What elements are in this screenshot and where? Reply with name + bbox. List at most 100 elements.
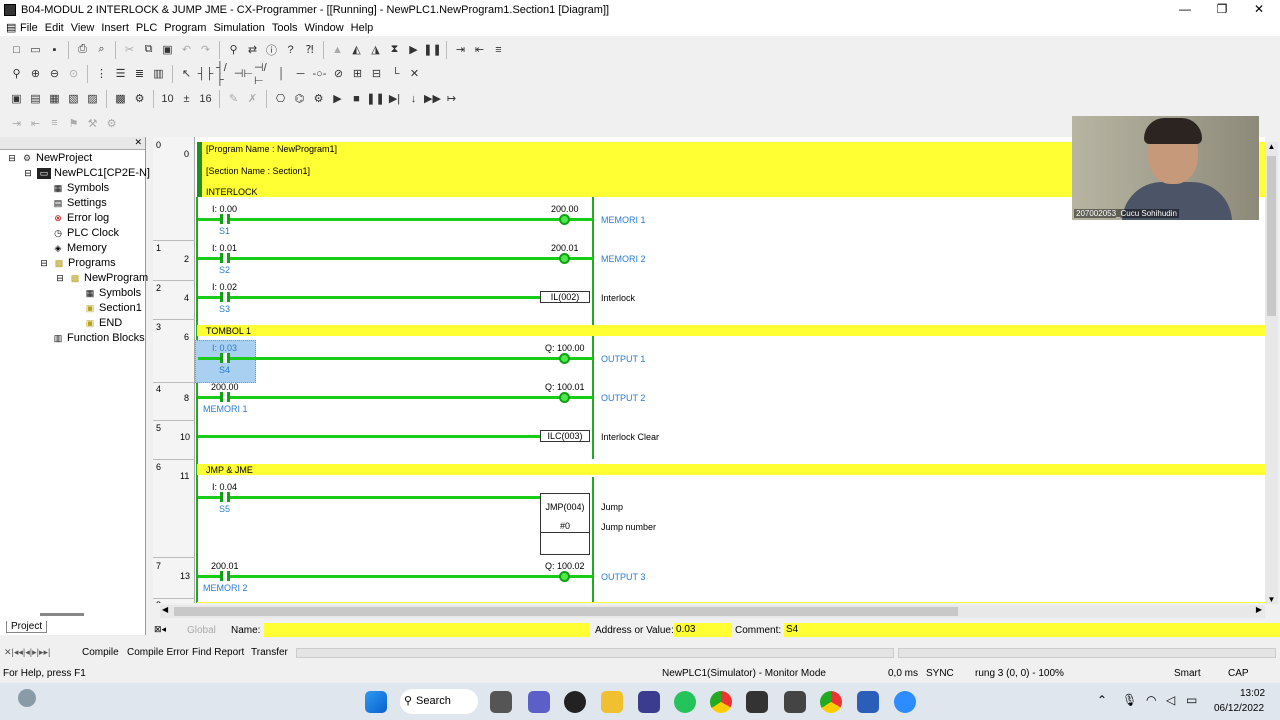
menu-help[interactable]: Help (351, 22, 381, 34)
tab-project[interactable]: Project (0, 621, 146, 636)
simulator-app-icon[interactable] (784, 691, 806, 713)
select-icon[interactable]: ↖ (178, 65, 195, 82)
tree-node-error-log[interactable]: ⊗ Error log (52, 212, 109, 224)
contact-s3[interactable] (220, 292, 230, 302)
menu-edit[interactable]: Edit (45, 22, 71, 34)
tree-node-memory[interactable]: ◈ Memory (52, 242, 107, 254)
simulator-icon[interactable]: ⎔ (272, 90, 289, 107)
coil-100-01[interactable] (559, 392, 570, 403)
step-run-icon[interactable]: ▶| (386, 90, 403, 107)
open-icon[interactable]: ▭ (27, 41, 44, 58)
online-icon[interactable]: ▲ (329, 41, 346, 58)
view-icon-2[interactable]: ▤ (27, 90, 44, 107)
paste-icon[interactable]: ▣ (159, 41, 176, 58)
tree-hscroll[interactable] (40, 613, 84, 616)
pause-mode-icon[interactable]: ❚❚ (423, 41, 441, 58)
new-or-closed-icon[interactable]: ⊣/⊢ (254, 62, 271, 87)
line-connect-icon[interactable]: └ (387, 65, 404, 82)
cut-icon[interactable]: ✂ (121, 41, 138, 58)
new-contact-icon[interactable]: ┤├ (197, 65, 214, 82)
clock-time[interactable]: 13:02 (1240, 688, 1265, 699)
run-icon[interactable]: ▶ (329, 90, 346, 107)
view-icon-1[interactable]: ▣ (8, 90, 25, 107)
compare-icon[interactable]: ≡ (490, 41, 507, 58)
menu-insert[interactable]: Insert (101, 22, 136, 34)
new-closed-coil-icon[interactable]: ⊘ (330, 65, 347, 82)
windows-start-icon[interactable] (365, 691, 387, 713)
program-mode-icon[interactable]: ◮ (367, 41, 384, 58)
output-hscroll[interactable] (296, 648, 894, 658)
tree-node-plc[interactable]: ⊟ ▭ NewPLC1[CP2E-N] M (22, 167, 162, 179)
bookmark-icon[interactable]: ⚑ (65, 115, 82, 132)
simulation-settings-icon[interactable]: ⚙ (310, 90, 327, 107)
zoom-in-icon[interactable]: ⊕ (27, 65, 44, 82)
replace-icon[interactable]: ⇄ (244, 41, 261, 58)
name-field[interactable] (264, 623, 590, 637)
menu-simulation[interactable]: Simulation (213, 22, 271, 34)
tab-transfer[interactable]: Transfer (251, 647, 288, 658)
menu-tools[interactable]: Tools (272, 22, 305, 34)
indent-icon[interactable]: ⇥ (8, 115, 25, 132)
tab-compile-error[interactable]: Compile Error (127, 647, 189, 658)
zoom-icon[interactable]: ⚲ (8, 65, 25, 82)
transfer-from-plc-icon[interactable]: ⇤ (471, 41, 488, 58)
horizontal-scrollbar[interactable]: ◀ ▶ (160, 605, 1265, 618)
hex-16-icon[interactable]: 16 (197, 90, 214, 107)
menu-view[interactable]: View (71, 22, 102, 34)
view-icon-3[interactable]: ▦ (46, 90, 63, 107)
online-edit-icon[interactable]: ✎ (225, 90, 242, 107)
comment-field[interactable]: S4 (784, 623, 1280, 637)
new-icon[interactable]: □ (8, 41, 25, 58)
maximize-button[interactable]: ❐ (1203, 0, 1241, 19)
tools-icon[interactable]: ⚒ (84, 115, 101, 132)
tree-node-program-symbols[interactable]: ▦ Symbols (84, 287, 141, 299)
cx-programmer-icon[interactable] (746, 691, 768, 713)
tree-node-end[interactable]: ▣ END (84, 317, 123, 329)
hscroll-thumb[interactable] (174, 607, 958, 616)
contact-s5[interactable] (220, 492, 230, 502)
tab-nav-icon[interactable]: ✕|◂◂|◂|▸|▸▸| (4, 647, 50, 658)
vertical-line-icon[interactable]: │ (273, 65, 290, 82)
menu-file[interactable]: File (20, 22, 45, 34)
tab-compile[interactable]: Compile (82, 647, 119, 658)
outdent-icon[interactable]: ⇤ (27, 115, 44, 132)
find-icon[interactable]: ⚲ (225, 41, 242, 58)
instruction-jmp[interactable]: JMP(004) #0 (540, 493, 590, 555)
scroll-up-icon[interactable]: ▲ (1265, 142, 1278, 154)
contact-s1[interactable] (220, 214, 230, 224)
clock-date[interactable]: 06/12/2022 (1214, 703, 1264, 714)
view-icon-5[interactable]: ▨ (84, 90, 101, 107)
context-help-icon[interactable]: ⁈ (301, 41, 318, 58)
store-app-icon[interactable] (638, 691, 660, 713)
teams-icon[interactable] (528, 691, 550, 713)
menu-program[interactable]: Program (164, 22, 213, 34)
zoom-out-icon[interactable]: ⊖ (46, 65, 63, 82)
info-icon[interactable]: ⓘ (263, 41, 280, 58)
scroll-right-icon[interactable]: ▶ (1256, 605, 1262, 614)
contact-s4[interactable] (220, 353, 230, 363)
new-instruction-icon[interactable]: ⊞ (349, 65, 366, 82)
redo-icon[interactable]: ↷ (197, 41, 214, 58)
volume-icon[interactable]: ◁ (1166, 693, 1175, 707)
undo-icon[interactable]: ↶ (178, 41, 195, 58)
horizontal-line-icon[interactable]: ─ (292, 65, 309, 82)
chrome-profile-icon[interactable] (820, 691, 842, 713)
workspace-close-icon[interactable]: ✕ (134, 137, 142, 147)
instruction-ilc[interactable]: ILC(003) (540, 430, 590, 442)
word-icon[interactable] (857, 691, 879, 713)
scan-run-icon[interactable]: ↦ (443, 90, 460, 107)
vertical-scrollbar[interactable]: ▲ ▼ (1265, 142, 1278, 604)
nav-arrows-icon[interactable]: ⊠◂ (154, 624, 166, 635)
coil-200-00[interactable] (559, 214, 570, 225)
camera-app-icon[interactable] (564, 691, 586, 713)
tree-node-programs[interactable]: ⊟ ▩ Programs (38, 257, 115, 269)
tree-node-symbols[interactable]: ▦ Symbols (52, 182, 109, 194)
io-table-icon[interactable]: ▩ (112, 90, 129, 107)
wifi-icon[interactable]: ◠ (1146, 693, 1156, 707)
view-icon-4[interactable]: ▧ (65, 90, 82, 107)
tray-chevron-icon[interactable]: ⌃ (1097, 693, 1107, 707)
tree-node-plc-clock[interactable]: ◷ PLC Clock (52, 227, 119, 239)
debug-icon[interactable]: ⧗ (386, 41, 403, 58)
file-explorer-icon[interactable] (601, 691, 623, 713)
new-pulse-icon[interactable]: ⊟ (368, 65, 385, 82)
